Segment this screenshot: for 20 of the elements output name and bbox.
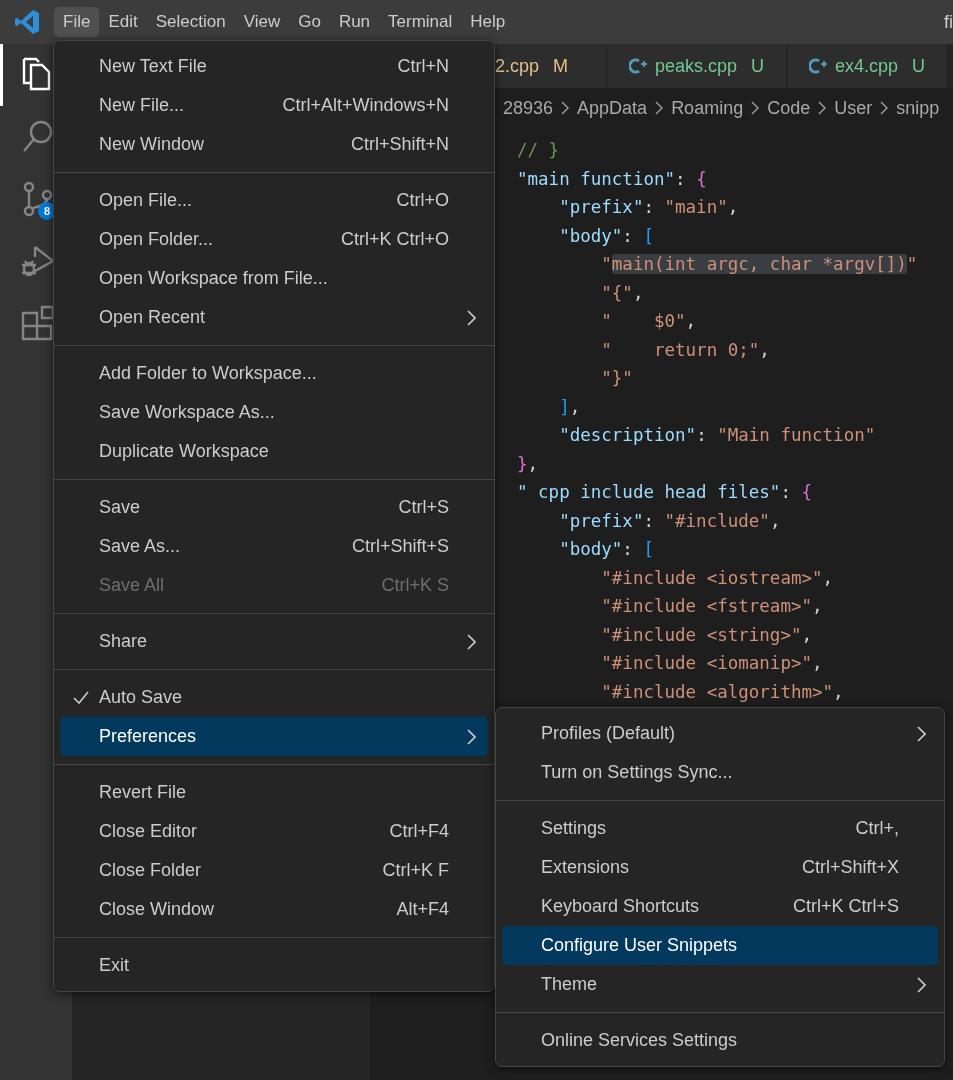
code-line: "prefix": "#include", [558,509,782,533]
code-line: " cpp include head files": { [517,481,814,504]
code-line: "#include <fstream>", [600,595,824,618]
code-line: "{", [600,281,645,305]
code-line: "prefix": "main", [558,196,740,219]
code-line: "#include <iomanip>", [600,652,824,675]
code-line: "main function": { [517,167,708,191]
code-line: "#include <iostream>", [600,566,835,590]
code-line: "#include <string>", [600,623,814,647]
code-line: ], [558,395,582,419]
code-line: "body": [ [558,224,655,248]
code-line: // } [517,139,561,162]
code-line: " $0", [600,310,698,333]
code-line: "#include <algorithm>", [600,680,845,704]
code-line: " return 0;", [600,338,771,362]
code-line: }, [517,452,540,476]
code-line: "description": "Main function" [558,424,877,447]
code-line: "body": [ [558,538,655,561]
window-title: fi [944,11,953,33]
code-line: "}" [600,367,634,390]
